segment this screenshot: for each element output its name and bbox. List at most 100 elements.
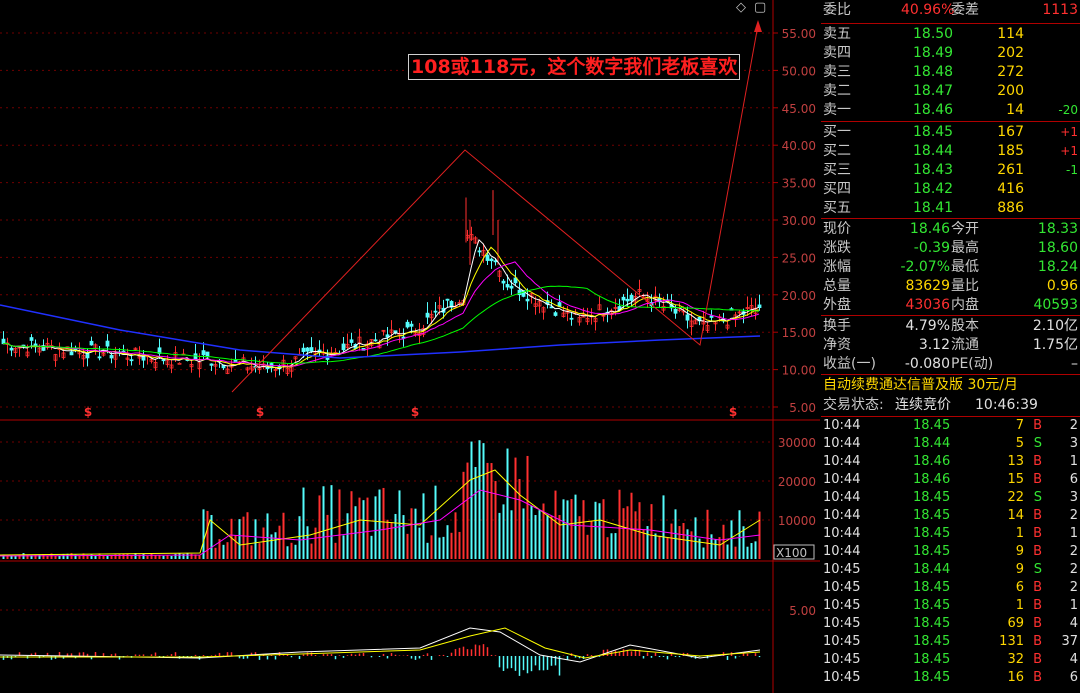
kline-candle [209, 363, 214, 366]
quote-value: 18.24 [1037, 259, 1078, 275]
bid-price: 18.44 [913, 143, 954, 159]
stats-value: – [1071, 356, 1078, 372]
price-axis-label: 55.00 [782, 27, 816, 41]
trade-ticks[interactable]: 10:44 18.45 7 B 2 10:44 18.44 5 S 3 10:44 18.46 13 B 1… [821, 417, 1080, 687]
quote-label: 最高 [951, 240, 979, 256]
ask-change: -20 [1058, 103, 1078, 117]
ask-row[interactable]: 卖二 18.47 200 [821, 82, 1080, 101]
trade-row[interactable]: 10:45 18.45 6 B 2 [821, 579, 1080, 597]
ask-label: 卖四 [823, 45, 851, 61]
bid-row[interactable]: 买一 18.45 167 +1 [821, 123, 1080, 142]
price-axis-label: 20.00 [782, 289, 816, 303]
trade-row[interactable]: 10:45 18.45 69 B 4 [821, 615, 1080, 633]
drawn-trend-line [231, 24, 759, 393]
trade-volume: 69 [1007, 616, 1024, 631]
trade-row[interactable]: 10:44 18.46 13 B 1 [821, 453, 1080, 471]
kline-chart-area[interactable]: 55.00 50.00 45.00 40.00 35.00 30.00 25.00 20.00… [0, 0, 820, 693]
bid-row[interactable]: 买五 18.41 886 [821, 199, 1080, 218]
trend-arrow-head [754, 20, 762, 32]
kline-chart[interactable]: 55.00 50.00 45.00 40.00 35.00 30.00 25.00 20.00… [0, 0, 820, 693]
stats-label: 流通 [951, 337, 979, 353]
trade-row[interactable]: 10:44 18.46 15 B 6 [821, 471, 1080, 489]
quote-value: -2.07% [900, 259, 950, 275]
stats-label: 股本 [951, 318, 979, 334]
kline-candle [489, 258, 494, 262]
kline-candle [301, 347, 306, 352]
kline-candle [629, 294, 634, 301]
stats-label: 净资 [823, 337, 851, 353]
trade-row[interactable]: 10:45 18.45 1 B 1 [821, 597, 1080, 615]
ask-row[interactable]: 卖三 18.48 272 [821, 63, 1080, 82]
trade-side: B [1033, 670, 1042, 685]
price-axis-label: 25.00 [782, 251, 816, 265]
trade-row[interactable]: 10:44 18.45 1 B 1 [821, 525, 1080, 543]
trade-count: 6 [1069, 670, 1078, 685]
trade-volume: 7 [1015, 418, 1024, 433]
trade-row[interactable]: 10:44 18.45 22 S 3 [821, 489, 1080, 507]
trade-side: B [1033, 454, 1042, 469]
trade-count: 1 [1069, 454, 1078, 469]
kline-candle [105, 340, 110, 347]
trade-side: S [1033, 436, 1042, 451]
trade-time: 10:45 [823, 616, 861, 631]
trade-row[interactable]: 10:44 18.45 9 B 2 [821, 543, 1080, 561]
trade-row[interactable]: 10:44 18.45 7 B 2 [821, 417, 1080, 435]
trade-row[interactable]: 10:44 18.44 5 S 3 [821, 435, 1080, 453]
trade-count: 2 [1069, 508, 1078, 523]
trade-volume: 1 [1015, 598, 1024, 613]
divider [821, 23, 1080, 24]
quote-label: 外盘 [823, 297, 851, 313]
quote-label: 现价 [823, 221, 851, 237]
trade-row[interactable]: 10:45 18.45 32 B 4 [821, 651, 1080, 669]
ask-row[interactable]: 卖一 18.46 14 -20 [821, 101, 1080, 120]
trade-row[interactable]: 10:45 18.45 16 B 6 [821, 669, 1080, 687]
ask-row[interactable]: 卖五 18.50 114 [821, 25, 1080, 44]
kline-candle [621, 296, 626, 301]
trade-status-row: 交易状态: 连续竞价 10:46:39 [821, 396, 1080, 415]
kline-candle [349, 339, 354, 343]
quote-row: 涨跌 -0.39 最高 18.60 [821, 239, 1080, 258]
trade-time: 10:44 [823, 418, 861, 433]
trade-count: 4 [1069, 616, 1078, 631]
divider [821, 374, 1080, 375]
bid-change: +1 [1060, 125, 1078, 139]
stats-row: 换手 4.79% 股本 2.10亿 [821, 317, 1080, 336]
kline-candle [525, 298, 530, 302]
ask-row[interactable]: 卖四 18.49 202 [821, 44, 1080, 63]
trade-price: 18.45 [913, 616, 951, 631]
price-axis-label: 15.00 [782, 326, 816, 340]
bid-row[interactable]: 买四 18.42 416 [821, 180, 1080, 199]
kline-candle [129, 359, 134, 362]
ask-volume: 200 [997, 83, 1024, 99]
trade-row[interactable]: 10:45 18.45 131 B 37 [821, 633, 1080, 651]
trade-time: 10:45 [823, 670, 861, 685]
ask-price: 18.50 [913, 26, 954, 42]
ad-banner[interactable]: 自动续费通达信普及版 30元/月 [821, 376, 1080, 395]
trade-row[interactable]: 10:44 18.45 14 B 2 [821, 507, 1080, 525]
bid-row[interactable]: 买三 18.43 261 -1 [821, 161, 1080, 180]
kline-candle [33, 343, 38, 346]
trade-price: 18.45 [913, 670, 951, 685]
ask-price: 18.48 [913, 64, 954, 80]
volume-axis-label: 30000 [778, 436, 816, 450]
trade-price: 18.45 [913, 418, 951, 433]
trade-status-value: 连续竞价 [895, 397, 951, 413]
ad-text[interactable]: 自动续费通达信普及版 30元/月 [821, 376, 1080, 395]
ask-volume: 114 [997, 26, 1024, 42]
bid-row[interactable]: 买二 18.44 185 +1 [821, 142, 1080, 161]
kline-candle [69, 351, 74, 356]
divider [821, 121, 1080, 122]
quote-row: 总量 83629 量比 0.96 [821, 277, 1080, 296]
trade-price: 18.45 [913, 544, 951, 559]
kline-candle [89, 340, 94, 346]
trade-volume: 16 [1007, 670, 1024, 685]
price-axis-label: 10.00 [782, 364, 816, 378]
window-toggle-icon[interactable]: ▢ [754, 0, 766, 15]
trade-price: 18.45 [913, 490, 951, 505]
trade-row[interactable]: 10:45 18.44 9 S 2 [821, 561, 1080, 579]
trade-side: S [1033, 562, 1042, 577]
bid-volume: 167 [997, 124, 1024, 140]
trade-count: 2 [1069, 562, 1078, 577]
quote-value: 18.60 [1037, 240, 1078, 256]
diamond-icon[interactable]: ◇ [736, 0, 746, 15]
